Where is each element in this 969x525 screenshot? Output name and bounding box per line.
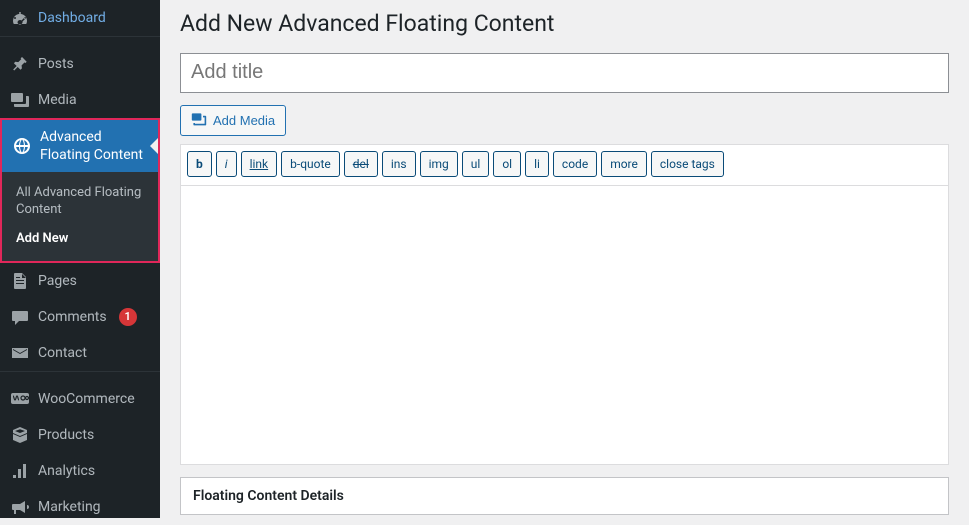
qt-code-button[interactable]: code <box>553 151 597 177</box>
qt-close-tags-button[interactable]: close tags <box>651 151 724 177</box>
metabox-floating-content: Floating Content Details <box>180 477 949 515</box>
camera-icon <box>191 111 207 130</box>
qt-ul-button[interactable]: ul <box>462 151 490 177</box>
sidebar-item-woocommerce[interactable]: WooCommerce <box>0 381 160 417</box>
sidebar-item-label: Products <box>38 426 94 444</box>
sidebar-item-dashboard[interactable]: Dashboard <box>0 0 160 36</box>
qt-img-button[interactable]: img <box>420 151 458 177</box>
qt-bold-button[interactable]: b <box>187 151 212 177</box>
media-icon <box>10 90 30 110</box>
box-icon <box>10 425 30 445</box>
mail-icon <box>10 343 30 363</box>
pin-icon <box>10 54 30 74</box>
qt-ol-button[interactable]: ol <box>493 151 521 177</box>
sidebar-item-label: WooCommerce <box>38 390 135 408</box>
pages-icon <box>10 271 30 291</box>
woo-icon <box>10 389 30 409</box>
editor-wrap: b i link b-quote del ins img ul ol li co… <box>180 144 949 465</box>
megaphone-icon <box>10 497 30 517</box>
comment-icon <box>10 307 30 327</box>
sidebar-item-analytics[interactable]: Analytics <box>0 453 160 489</box>
submenu-item-all[interactable]: All Advanced Floating Content <box>2 179 158 225</box>
sidebar-separator <box>0 36 160 46</box>
qt-more-button[interactable]: more <box>601 151 647 177</box>
analytics-icon <box>10 461 30 481</box>
sidebar-item-label: Dashboard <box>38 9 106 27</box>
qt-ins-button[interactable]: ins <box>382 151 416 177</box>
sidebar-item-label: Pages <box>38 272 77 290</box>
comment-count-badge: 1 <box>119 308 137 326</box>
highlight-box: Advanced Floating Content All Advanced F… <box>0 118 160 263</box>
admin-sidebar: Dashboard Posts Media Advanced Floating … <box>0 0 160 518</box>
sidebar-item-posts[interactable]: Posts <box>0 46 160 82</box>
globe-icon <box>12 136 32 156</box>
sidebar-item-comments[interactable]: Comments 1 <box>0 299 160 335</box>
post-title-input[interactable] <box>180 53 949 93</box>
content-textarea[interactable] <box>181 186 948 464</box>
sidebar-item-label: Advanced Floating Content <box>40 128 150 164</box>
sidebar-item-label: Marketing <box>38 498 101 516</box>
add-media-button[interactable]: Add Media <box>180 105 286 136</box>
sidebar-submenu: All Advanced Floating Content Add New <box>2 172 158 261</box>
sidebar-item-advanced-floating-content[interactable]: Advanced Floating Content <box>2 120 158 172</box>
sidebar-item-label: Analytics <box>38 462 95 480</box>
sidebar-item-label: Posts <box>38 55 74 73</box>
sidebar-item-media[interactable]: Media <box>0 82 160 118</box>
metabox-title: Floating Content Details <box>181 478 948 514</box>
sidebar-item-label: Comments <box>38 308 107 326</box>
sidebar-item-marketing[interactable]: Marketing <box>0 489 160 525</box>
quicktags-toolbar: b i link b-quote del ins img ul ol li co… <box>181 145 948 186</box>
dashboard-icon <box>10 8 30 28</box>
qt-del-button[interactable]: del <box>344 151 378 177</box>
sidebar-item-label: Media <box>38 91 77 109</box>
qt-bquote-button[interactable]: b-quote <box>281 151 340 177</box>
main-content: Add New Advanced Floating Content Add Me… <box>160 0 969 518</box>
sidebar-item-products[interactable]: Products <box>0 417 160 453</box>
add-media-label: Add Media <box>213 113 275 128</box>
qt-link-button[interactable]: link <box>241 151 278 177</box>
submenu-item-add-new[interactable]: Add New <box>2 225 158 254</box>
sidebar-item-contact[interactable]: Contact <box>0 335 160 371</box>
sidebar-separator <box>0 371 160 381</box>
qt-italic-button[interactable]: i <box>216 151 237 177</box>
sidebar-item-label: Contact <box>38 344 87 362</box>
qt-li-button[interactable]: li <box>525 151 549 177</box>
page-title: Add New Advanced Floating Content <box>180 0 949 43</box>
sidebar-item-pages[interactable]: Pages <box>0 263 160 299</box>
